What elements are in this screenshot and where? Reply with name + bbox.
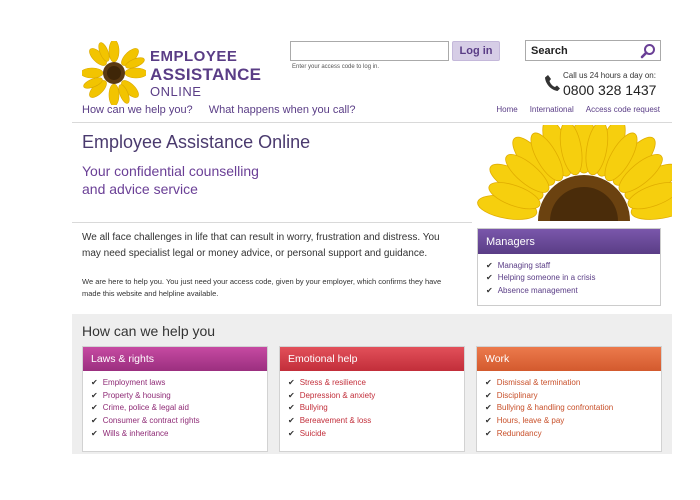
sunflower-hero-image	[464, 125, 672, 221]
phone-caption: Call us 24 hours a day on:	[563, 71, 656, 80]
list-item[interactable]: ✔ Hours, leave & pay	[485, 414, 653, 427]
checkmark-icon: ✔	[91, 416, 98, 426]
checkmark-icon: ✔	[486, 285, 493, 295]
checkmark-icon: ✔	[485, 429, 492, 439]
card-link[interactable]: Property & housing	[103, 391, 171, 400]
nav-access-code-request[interactable]: Access code request	[586, 105, 660, 114]
checkmark-icon: ✔	[485, 377, 492, 387]
intro-small-text: We are here to help you. You just need y…	[82, 277, 442, 298]
card-title[interactable]: Work	[477, 347, 661, 371]
managers-link[interactable]: Helping someone in a crisis	[498, 273, 596, 282]
list-item[interactable]: ✔ Helping someone in a crisis	[486, 272, 652, 285]
card-link[interactable]: Consumer & contract rights	[103, 416, 200, 425]
secondary-nav: Home International Access code request	[496, 105, 660, 114]
phone-number[interactable]: 0800 328 1437	[563, 82, 656, 98]
list-item[interactable]: ✔ Stress & resilience	[288, 376, 456, 389]
nav-international[interactable]: International	[530, 105, 574, 114]
checkmark-icon: ✔	[91, 390, 98, 400]
card-title[interactable]: Laws & rights	[83, 347, 267, 371]
card-link[interactable]: Redundancy	[497, 429, 542, 438]
card-link[interactable]: Bullying & handling confrontation	[497, 403, 614, 412]
card-link[interactable]: Employment laws	[103, 378, 166, 387]
nav-home[interactable]: Home	[496, 105, 517, 114]
list-item[interactable]: ✔ Consumer & contract rights	[91, 414, 259, 427]
card-link[interactable]: Disciplinary	[497, 391, 538, 400]
card-link[interactable]: Suicide	[300, 429, 326, 438]
managers-panel: Managers ✔ Managing staff ✔ Helping someon…	[477, 228, 661, 306]
card-link[interactable]: Depression & anxiety	[300, 391, 376, 400]
checkmark-icon: ✔	[486, 273, 493, 283]
card-title[interactable]: Emotional help	[280, 347, 464, 371]
list-item[interactable]: ✔ Bereavement & loss	[288, 414, 456, 427]
checkmark-icon: ✔	[91, 429, 98, 439]
phone-icon	[545, 75, 560, 91]
list-item[interactable]: ✔ Employment laws	[91, 376, 259, 389]
nav-what-happens[interactable]: What happens when you call?	[209, 104, 356, 116]
checkmark-icon: ✔	[288, 377, 295, 387]
sunflower-logo-icon	[82, 41, 146, 105]
list-item[interactable]: ✔ Absence management	[486, 284, 652, 297]
card-laws-rights: Laws & rights ✔ Employment laws ✔ Property…	[82, 346, 268, 452]
page-title: Employee Assistance Online	[82, 132, 311, 152]
card-work: Work ✔ Dismissal & termination ✔ Disciplin…	[476, 346, 662, 452]
checkmark-icon: ✔	[288, 416, 295, 426]
checkmark-icon: ✔	[91, 377, 98, 387]
help-section-title: How can we help you	[82, 323, 216, 339]
search-icon[interactable]	[640, 43, 656, 59]
site-logo[interactable]: EMPLOYEE ASSISTANCE ONLINE	[82, 38, 261, 108]
card-link[interactable]: Bereavement & loss	[300, 416, 372, 425]
list-item[interactable]: ✔ Property & housing	[91, 389, 259, 402]
checkmark-icon: ✔	[485, 416, 492, 426]
checkmark-icon: ✔	[288, 429, 295, 439]
list-item[interactable]: ✔ Bullying & handling confrontation	[485, 402, 653, 415]
page: EMPLOYEE ASSISTANCE ONLINE Enter your ac…	[72, 0, 672, 500]
list-item[interactable]: ✔ Depression & anxiety	[288, 389, 456, 402]
checkmark-icon: ✔	[485, 390, 492, 400]
list-item[interactable]: ✔ Bullying	[288, 402, 456, 415]
list-item[interactable]: ✔ Dismissal & termination	[485, 376, 653, 389]
subtitle-line1: Your confidential counselling	[82, 163, 259, 179]
access-code-input[interactable]	[290, 41, 449, 61]
checkmark-icon: ✔	[288, 390, 295, 400]
list-item[interactable]: ✔ Disciplinary	[485, 389, 653, 402]
checkmark-icon: ✔	[288, 403, 295, 413]
subtitle-line2: and advice service	[82, 181, 198, 198]
managers-link[interactable]: Managing staff	[498, 261, 550, 270]
card-link[interactable]: Crime, police & legal aid	[103, 403, 189, 412]
page-subtitle: Your confidential counselling and advice…	[82, 162, 342, 198]
logo-line3: ONLINE	[150, 83, 202, 99]
search-label: Search	[531, 44, 568, 57]
card-link[interactable]: Dismissal & termination	[497, 378, 581, 387]
card-link[interactable]: Wills & inheritance	[103, 429, 169, 438]
divider	[72, 222, 472, 223]
card-emotional-help: Emotional help ✔ Stress & resilience ✔ Dep…	[279, 346, 465, 452]
logo-text: EMPLOYEE ASSISTANCE ONLINE	[150, 49, 261, 98]
divider	[72, 122, 672, 123]
logo-line1: EMPLOYEE	[150, 47, 238, 65]
list-item[interactable]: ✔ Redundancy	[485, 427, 653, 440]
card-link[interactable]: Stress & resilience	[300, 378, 366, 387]
list-item[interactable]: ✔ Wills & inheritance	[91, 427, 259, 440]
login-button[interactable]: Log in	[452, 41, 500, 61]
logo-line2: ASSISTANCE	[150, 64, 262, 84]
intro-text: We all face challenges in life that can …	[82, 232, 440, 259]
managers-link[interactable]: Absence management	[498, 286, 578, 295]
managers-title[interactable]: Managers	[478, 229, 660, 254]
nav-how-can-we-help[interactable]: How can we help you?	[82, 104, 193, 116]
access-code-hint: Enter your access code to log in.	[292, 64, 380, 70]
checkmark-icon: ✔	[91, 403, 98, 413]
list-item[interactable]: ✔ Managing staff	[486, 259, 652, 272]
checkmark-icon: ✔	[485, 403, 492, 413]
main-nav: How can we help you? What happens when y…	[82, 104, 355, 116]
search-input[interactable]: Search	[525, 40, 661, 61]
list-item[interactable]: ✔ Crime, police & legal aid	[91, 402, 259, 415]
card-link[interactable]: Bullying	[300, 403, 328, 412]
checkmark-icon: ✔	[486, 260, 493, 270]
card-link[interactable]: Hours, leave & pay	[497, 416, 565, 425]
list-item[interactable]: ✔ Suicide	[288, 427, 456, 440]
